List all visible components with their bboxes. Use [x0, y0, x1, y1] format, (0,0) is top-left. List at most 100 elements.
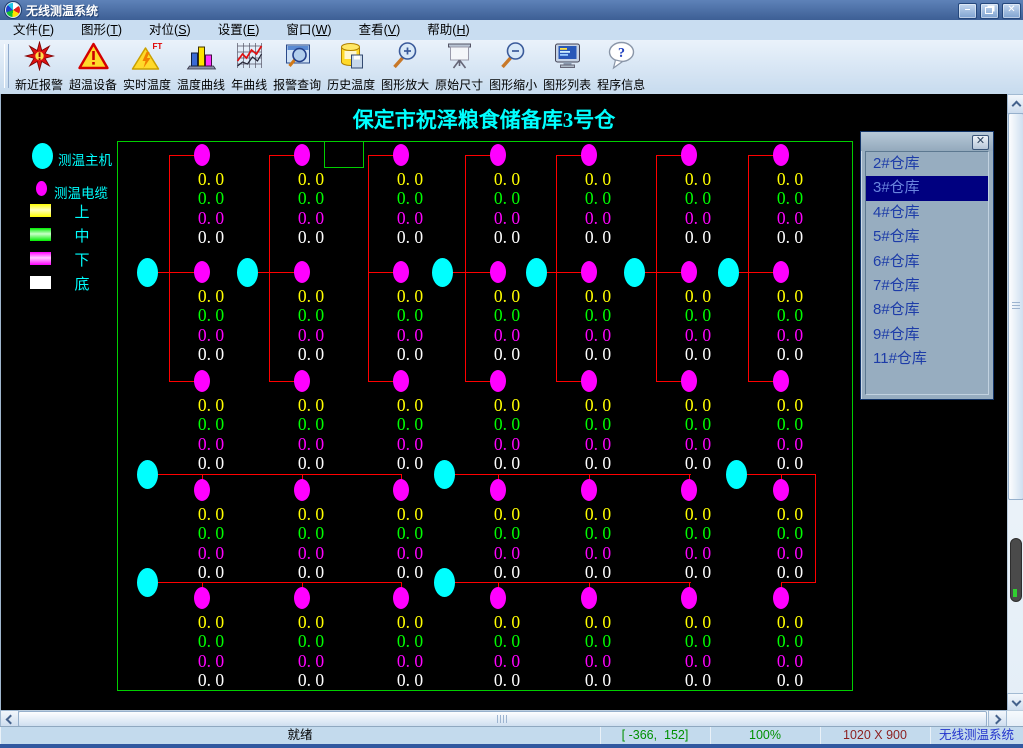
list-item[interactable]: 3#仓库: [866, 176, 988, 200]
list-item[interactable]: 7#仓库: [866, 274, 988, 298]
cable-node: [393, 479, 409, 501]
restore-button[interactable]: [980, 3, 999, 19]
temperature-reading: 0. 0: [181, 613, 241, 632]
chevron-left-icon: [6, 714, 16, 724]
cable-node: [490, 144, 506, 166]
cable-line: [169, 156, 170, 382]
cable-grid: 0. 00. 00. 00. 00. 00. 00. 00. 00. 00. 0…: [1, 94, 1008, 710]
graphic-list-button[interactable]: 图形列表: [540, 40, 594, 93]
menu-align[interactable]: 对位S: [136, 20, 205, 40]
zoom-in-icon: [389, 41, 422, 76]
temperature-reading: 0. 0: [668, 454, 728, 473]
temperature-reading: 0. 0: [760, 632, 820, 651]
program-info-button[interactable]: ? 程序信息: [594, 40, 648, 93]
cable-node: [681, 144, 697, 166]
menu-window[interactable]: 窗口W: [273, 20, 345, 40]
list-item[interactable]: 4#仓库: [866, 201, 988, 225]
menu-graphic[interactable]: 图形T: [68, 20, 136, 40]
temperature-reading: 0. 0: [181, 396, 241, 415]
temperature-reading: 0. 0: [281, 671, 341, 690]
temperature-reading: 0. 0: [281, 287, 341, 306]
temperature-readings: 0. 00. 00. 00. 0: [668, 287, 728, 365]
overtemp-device-button[interactable]: 超温设备: [66, 40, 120, 93]
cable-line: [748, 155, 774, 156]
cable-line: [147, 582, 401, 583]
temperature-reading: 0. 0: [281, 524, 341, 543]
recent-alarm-button[interactable]: 新近报警: [12, 40, 66, 93]
temperature-reading: 0. 0: [380, 454, 440, 473]
host-node: [526, 258, 547, 287]
host-node: [137, 258, 158, 287]
realtime-temp-button[interactable]: FT 实时温度: [120, 40, 174, 93]
list-item[interactable]: 6#仓库: [866, 250, 988, 274]
svg-text:FT: FT: [152, 42, 162, 51]
zoom-out-button[interactable]: 图形缩小: [486, 40, 540, 93]
year-curve-icon: [233, 41, 266, 76]
temperature-readings: 0. 00. 00. 00. 0: [281, 170, 341, 248]
zoom-in-button[interactable]: 图形放大: [378, 40, 432, 93]
temperature-reading: 0. 0: [181, 563, 241, 582]
year-curve-button[interactable]: 年曲线: [228, 40, 270, 93]
temperature-reading: 0. 0: [380, 505, 440, 524]
scroll-up-button[interactable]: [1007, 94, 1023, 114]
list-item[interactable]: 11#仓库: [866, 347, 988, 371]
cable-line: [368, 156, 369, 382]
cable-line: [169, 155, 195, 156]
temperature-reading: 0. 0: [281, 652, 341, 671]
svg-text:?: ?: [618, 46, 625, 61]
menu-file[interactable]: 文件F: [0, 20, 68, 40]
list-item[interactable]: 8#仓库: [866, 298, 988, 322]
status-canvas-size: 1020 X 900: [820, 727, 931, 744]
temperature-reading: 0. 0: [668, 524, 728, 543]
menu-view[interactable]: 查看V: [346, 20, 415, 40]
cable-node: [294, 370, 310, 392]
temperature-reading: 0. 0: [668, 189, 728, 208]
temperature-reading: 0. 0: [760, 544, 820, 563]
status-bar: 就绪 [ -366, 152] 100% 1020 X 900 无线测温系统: [0, 726, 1023, 745]
panel-close-button[interactable]: ✕: [972, 135, 989, 150]
temp-curve-button[interactable]: 温度曲线: [174, 40, 228, 93]
minimize-button[interactable]: –: [958, 3, 977, 19]
temperature-readings: 0. 00. 00. 00. 0: [477, 287, 537, 365]
history-temp-button[interactable]: 历史温度: [324, 40, 378, 93]
app-window: 无线测温系统 – ✕ 文件F 图形T 对位S 设置E 窗口W 查看V 帮助H 新…: [0, 0, 1023, 748]
vertical-scroll-thumb[interactable]: [1008, 113, 1023, 500]
temperature-readings: 0. 00. 00. 00. 0: [380, 396, 440, 474]
temperature-reading: 0. 0: [181, 435, 241, 454]
temperature-reading: 0. 0: [668, 326, 728, 345]
temperature-reading: 0. 0: [668, 544, 728, 563]
cable-node: [681, 479, 697, 501]
cable-node: [490, 479, 506, 501]
temperature-reading: 0. 0: [380, 671, 440, 690]
scroll-indicator-pill[interactable]: [1010, 538, 1022, 602]
host-node: [624, 258, 645, 287]
cable-line: [444, 582, 691, 583]
temperature-reading: 0. 0: [477, 415, 537, 434]
temperature-reading: 0. 0: [568, 454, 628, 473]
temperature-reading: 0. 0: [281, 345, 341, 364]
menu-help[interactable]: 帮助H: [414, 20, 483, 40]
zoom-out-icon: [497, 41, 530, 76]
original-size-button[interactable]: 原始尺寸: [432, 40, 486, 93]
horizontal-scroll-thumb[interactable]: [18, 711, 987, 727]
temperature-readings: 0. 00. 00. 00. 0: [760, 613, 820, 691]
temperature-readings: 0. 00. 00. 00. 0: [760, 170, 820, 248]
temperature-readings: 0. 00. 00. 00. 0: [668, 396, 728, 474]
menu-settings[interactable]: 设置E: [205, 20, 274, 40]
alarm-query-button[interactable]: 报警查询: [270, 40, 324, 93]
toolbar-grip[interactable]: [4, 44, 9, 88]
temperature-reading: 0. 0: [668, 505, 728, 524]
thumb-grip: [503, 715, 504, 723]
temperature-reading: 0. 0: [181, 326, 241, 345]
list-item[interactable]: 2#仓库: [866, 152, 988, 176]
temperature-reading: 0. 0: [668, 435, 728, 454]
list-item[interactable]: 9#仓库: [866, 323, 988, 347]
thumb-grip: [1012, 305, 1020, 306]
close-button[interactable]: ✕: [1002, 3, 1021, 19]
temperature-reading: 0. 0: [760, 287, 820, 306]
list-item[interactable]: 5#仓库: [866, 225, 988, 249]
temperature-readings: 0. 00. 00. 00. 0: [281, 396, 341, 474]
temperature-reading: 0. 0: [568, 228, 628, 247]
temperature-readings: 0. 00. 00. 00. 0: [568, 613, 628, 691]
temperature-reading: 0. 0: [380, 228, 440, 247]
